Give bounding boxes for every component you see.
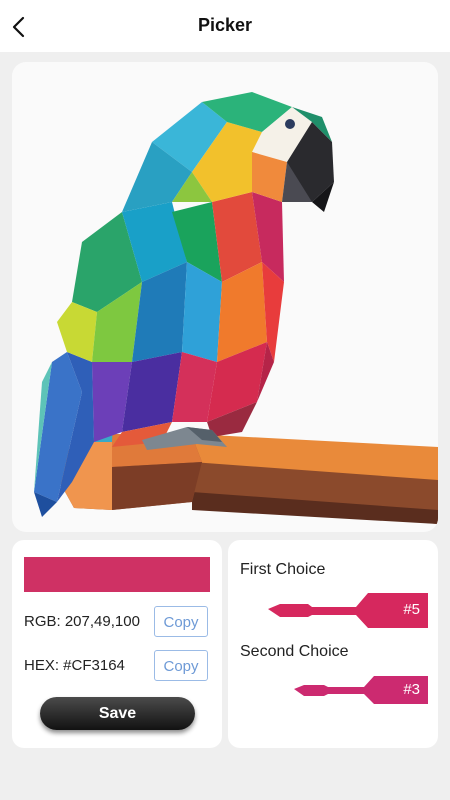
- second-choice-number: #3: [403, 681, 420, 698]
- save-button[interactable]: Save: [40, 697, 195, 730]
- first-choice-label: First Choice: [240, 561, 326, 578]
- top-bar: Picker: [0, 0, 450, 52]
- first-choice-marker[interactable]: #5: [268, 593, 428, 628]
- copy-rgb-button[interactable]: Copy: [154, 606, 208, 637]
- hex-label: HEX: #CF3164: [24, 657, 125, 674]
- color-swatch: [24, 557, 210, 592]
- rgb-label: RGB: 207,49,100: [24, 613, 140, 630]
- second-choice-marker[interactable]: #3: [294, 676, 428, 704]
- first-choice-number: #5: [403, 601, 420, 618]
- parrot-illustration[interactable]: [12, 62, 438, 532]
- copy-hex-button[interactable]: Copy: [154, 650, 208, 681]
- second-choice-label: Second Choice: [240, 643, 349, 660]
- choices-card: First Choice #5 Second Choice #3: [228, 540, 438, 748]
- color-info-card: RGB: 207,49,100 Copy HEX: #CF3164 Copy S…: [12, 540, 222, 748]
- page-title: Picker: [197, 15, 253, 35]
- image-card[interactable]: [12, 62, 438, 532]
- head-shape: [122, 92, 334, 212]
- branch-shape: [54, 434, 438, 524]
